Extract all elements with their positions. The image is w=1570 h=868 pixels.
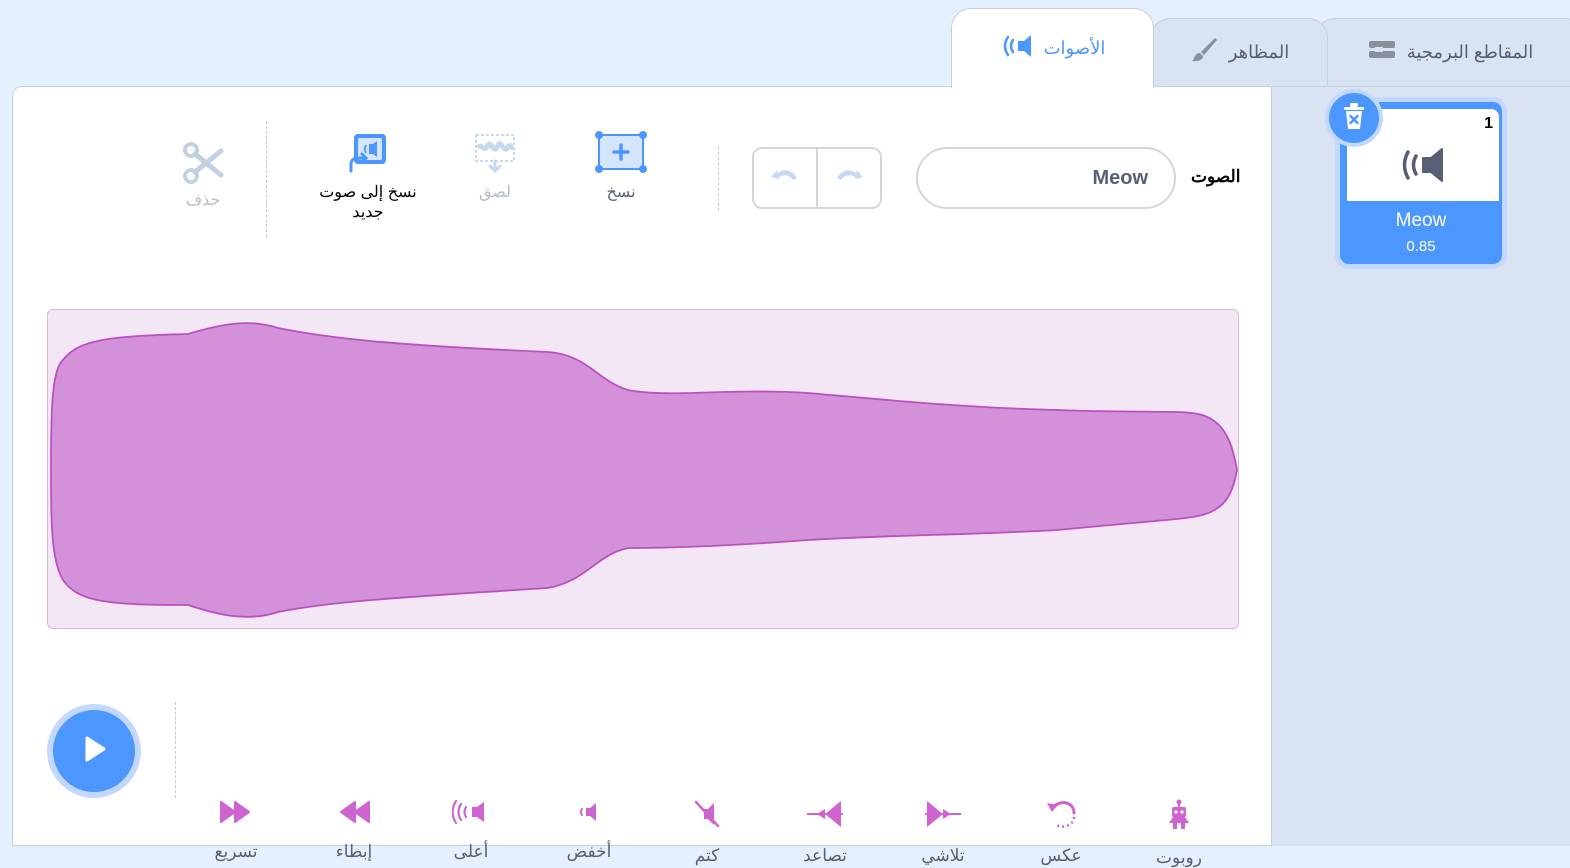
- reverse-icon: [1044, 799, 1078, 834]
- effect-softer-label: أخفض: [566, 842, 612, 861]
- speaker-icon: [1000, 32, 1034, 65]
- mute-icon: [692, 799, 722, 834]
- effect-fade-in[interactable]: تصاعد: [780, 799, 870, 866]
- paste-label: لصق: [478, 184, 512, 201]
- trash-icon: [1341, 101, 1367, 136]
- effect-mute-label: كتم: [694, 846, 720, 865]
- rewind-icon: [336, 799, 372, 830]
- effect-robot-label: روبوت: [1156, 848, 1202, 867]
- sound-list-panel: 1 Meow 0.85: [1271, 86, 1570, 846]
- redo-icon: [833, 164, 865, 193]
- sound-tile-index: 1: [1484, 115, 1493, 132]
- tab-costumes[interactable]: المظاهر: [1150, 18, 1328, 86]
- toolbar-divider-2: [266, 121, 267, 237]
- undo-redo-group: [752, 147, 882, 209]
- delete-label: حذف: [185, 192, 221, 209]
- fade-in-icon: [805, 799, 845, 834]
- delete-sound-button[interactable]: [1325, 89, 1383, 147]
- effect-louder[interactable]: أعلى: [426, 799, 516, 862]
- copy-button[interactable]: نسخ: [581, 131, 661, 202]
- sound-tile-name: Meow: [1395, 210, 1447, 231]
- effect-fade-out[interactable]: تلاشي: [898, 799, 988, 866]
- effect-fade-in-label: تصاعد: [803, 846, 847, 865]
- paste-button[interactable]: لصق: [455, 131, 535, 202]
- sound-tile-speaker-icon: [1399, 145, 1449, 190]
- play-button[interactable]: [47, 704, 141, 798]
- softer-icon: [574, 799, 604, 830]
- waveform: [50, 322, 1238, 618]
- effect-reverse-label: عكس: [1040, 846, 1082, 865]
- copy-label: نسخ: [606, 184, 636, 201]
- tab-sounds-label: الأصوات: [1043, 38, 1106, 58]
- louder-icon: [451, 799, 490, 830]
- sound-name-input[interactable]: Meow: [916, 147, 1176, 209]
- brush-icon: [1189, 35, 1219, 70]
- tab-code-label: المقاطع البرمجية: [1406, 42, 1534, 62]
- fast-forward-icon: [218, 799, 254, 830]
- effect-softer[interactable]: أخفض: [544, 799, 634, 862]
- effect-reverse[interactable]: عكس: [1016, 799, 1106, 866]
- scissors-icon: [181, 141, 225, 190]
- delete-button[interactable]: حذف: [163, 141, 243, 210]
- copy-icon: [594, 131, 648, 180]
- sound-name-label: الصوت: [1191, 167, 1241, 186]
- effect-faster-label: تسريع: [214, 842, 258, 861]
- fade-out-icon: [923, 799, 963, 834]
- robot-icon: [1163, 799, 1195, 836]
- effect-faster[interactable]: تسريع: [191, 799, 281, 862]
- effect-mute[interactable]: كتم: [662, 799, 752, 866]
- tab-costumes-label: المظاهر: [1228, 42, 1290, 62]
- waveform-container[interactable]: [47, 309, 1239, 629]
- redo-button[interactable]: [818, 149, 880, 207]
- effect-robot[interactable]: روبوت: [1134, 799, 1224, 868]
- effect-slower-label: إبطاء: [335, 842, 373, 861]
- effect-slower[interactable]: إبطاء: [309, 799, 399, 862]
- copy-to-new-button[interactable]: نسخ إلى صوت جديد: [303, 131, 433, 222]
- undo-button[interactable]: [754, 149, 818, 207]
- sound-editor: الصوت Meow نسخ لصق نسخ إلى صوت جديد حذف …: [12, 86, 1272, 867]
- copy-to-new-icon: [345, 131, 391, 180]
- code-icon: [1367, 38, 1397, 67]
- copy-to-new-label-2: جديد: [352, 204, 384, 221]
- tab-code[interactable]: المقاطع البرمجية: [1315, 18, 1570, 86]
- sound-tile-duration: 0.85: [1406, 238, 1436, 255]
- paste-icon: [468, 131, 522, 180]
- toolbar-divider-1: [718, 147, 719, 211]
- tab-sounds[interactable]: الأصوات: [951, 8, 1154, 88]
- undo-icon: [769, 164, 801, 193]
- effects-divider: [175, 702, 176, 798]
- effect-louder-label: أعلى: [453, 842, 489, 861]
- copy-to-new-label-1: نسخ إلى صوت: [319, 184, 417, 201]
- play-icon: [79, 734, 109, 769]
- effect-fade-out-label: تلاشي: [921, 846, 965, 865]
